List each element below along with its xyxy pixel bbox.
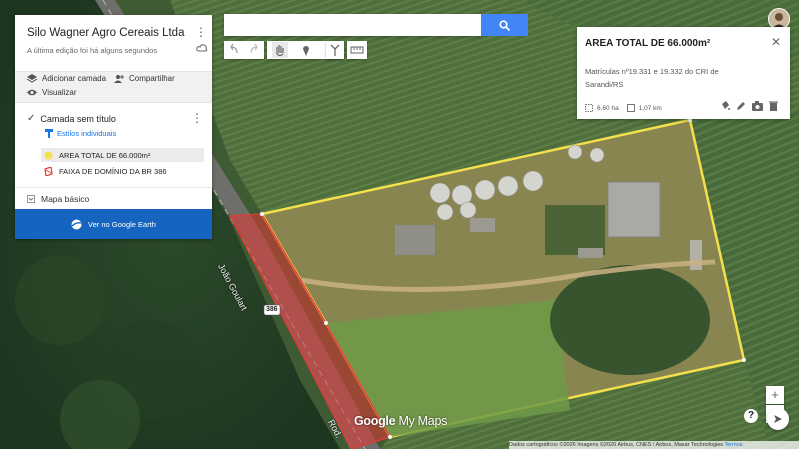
delete-trash-icon[interactable] [769,98,778,116]
camera-icon[interactable] [752,98,763,116]
redo-icon[interactable] [244,41,264,59]
map-actions: Adicionar camada Compartilhar Visualizar [15,71,212,103]
terms-link[interactable]: Termos [725,442,743,448]
style-bucket-icon[interactable] [720,98,730,116]
base-map-toggle[interactable]: Mapa básico [15,187,212,209]
checkbox-checked-icon[interactable]: ✓ [27,113,35,124]
avatar-image [769,9,789,29]
map-options-kebab-icon[interactable]: ⋮ [195,25,207,39]
search-input[interactable] [224,14,481,36]
directions-icon [330,44,340,56]
feature-item-faixa-dominio[interactable]: FAIXA DE DOMÍNIO DA BR 386 [41,164,204,178]
add-layer-button[interactable]: Adicionar camada [27,74,106,83]
polygon-red-icon [44,166,53,176]
view-in-google-earth-label: Ver no Google Earth [88,219,156,229]
info-description: Matrículas nº19.331 e 19.332 do CRI de S… [585,67,719,89]
map-legend-panel: Silo Wagner Agro Cereais Ltda ⋮ A última… [15,15,212,239]
zoom-in-button[interactable]: + [766,386,784,404]
polygon-yellow-icon [44,151,53,159]
info-title: AREA TOTAL DE 66.000m² [585,38,711,49]
undo-redo-group [224,41,264,59]
eye-icon [27,89,37,96]
hand-icon[interactable] [272,42,289,58]
preview-label: Visualizar [42,88,77,97]
layer-name: Camada sem título [40,113,116,124]
paint-roller-icon [45,129,53,138]
chevron-down-icon [27,194,35,203]
ruler-icon [350,46,364,54]
google-my-maps-logo: Google My Maps [354,414,448,428]
attribution-text: Dados cartográficos ©2026 Imagens ©2026 … [509,442,724,448]
feature-info-window: AREA TOTAL DE 66.000m² ✕ Matrículas nº19… [577,27,790,119]
undo-icon[interactable] [224,41,244,59]
individual-styles-label: Estilos individuais [57,129,117,138]
compass-arrow-icon [774,415,782,423]
feature-item-area-total[interactable]: AREA TOTAL DE 66.000m² [41,148,204,162]
feature-label: AREA TOTAL DE 66.000m² [59,150,151,160]
share-button[interactable]: Compartilhar [114,74,175,83]
directions-button[interactable] [326,41,344,59]
layer-header[interactable]: ✓ Camada sem título [27,113,116,124]
search-button[interactable] [481,14,528,36]
last-edit-status: A última edição foi há alguns segundos [27,46,158,55]
add-person-icon [114,75,124,83]
cloud-saved-icon [196,44,208,52]
marker-icon[interactable] [299,42,313,58]
add-layer-label: Adicionar camada [42,74,107,83]
layers-icon [27,74,37,83]
area-value: 6,60 ha [597,104,619,112]
help-button[interactable]: ? [744,409,758,423]
edit-pencil-icon[interactable] [736,98,746,116]
perimeter-icon [626,104,635,112]
perimeter-value: 1,07 km [638,104,662,112]
individual-styles-link[interactable]: Estilos individuais [45,129,116,138]
feature-label: FAIXA DE DOMÍNIO DA BR 386 [59,166,167,176]
share-label: Compartilhar [129,74,175,83]
compass-button[interactable] [767,408,789,430]
preview-button[interactable]: Visualizar [27,88,77,97]
route-shield-label: 386 [266,306,278,313]
info-actions [720,98,778,116]
layer-options-kebab-icon[interactable]: ⋮ [191,111,203,125]
search-icon [499,19,510,31]
map-attribution: Dados cartográficos ©2026 Imagens ©2026 … [509,441,799,449]
google-earth-icon [71,219,82,229]
area-icon [585,104,593,112]
map-title[interactable]: Silo Wagner Agro Cereais Ltda [27,27,184,39]
view-in-google-earth-button[interactable]: Ver no Google Earth [15,209,212,239]
info-measurements: 6,60 ha 1,07 km [585,104,662,112]
measure-button[interactable] [347,41,367,59]
base-map-label: Mapa básico [41,193,90,204]
close-icon[interactable]: ✕ [771,35,781,49]
